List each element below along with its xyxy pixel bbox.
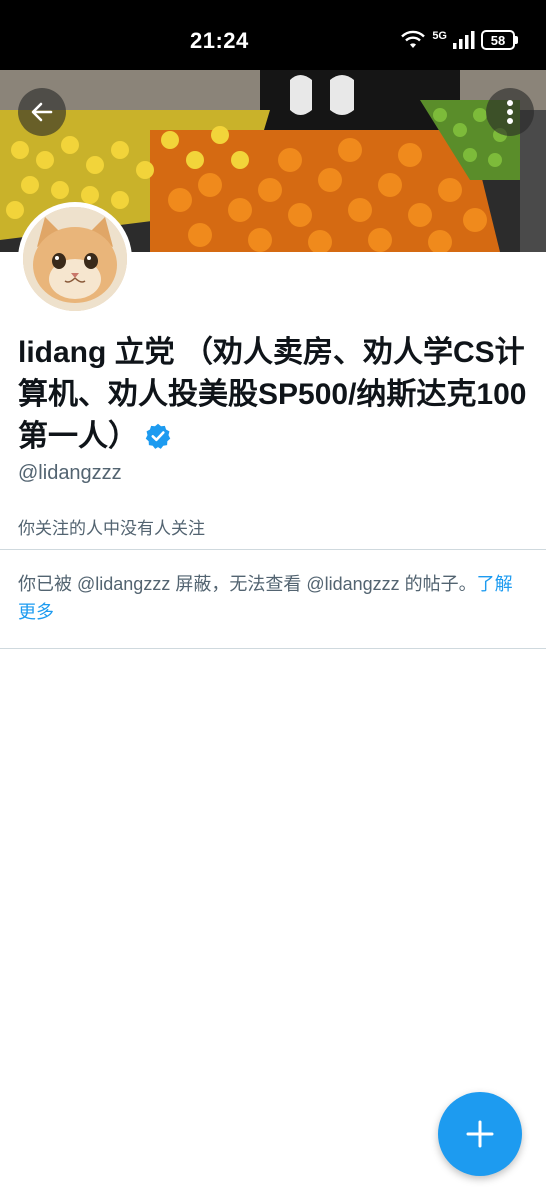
back-button[interactable]: [18, 88, 66, 136]
more-vertical-icon: [507, 100, 513, 124]
compose-fab-button[interactable]: [438, 1092, 522, 1176]
network-type-label: 5G: [432, 30, 447, 42]
divider-bottom: [0, 648, 546, 649]
profile-avatar[interactable]: [18, 202, 132, 316]
more-options-button[interactable]: [486, 88, 534, 136]
signal-icon: [453, 31, 475, 49]
status-time: 21:24: [190, 28, 249, 53]
display-name-text: lidang 立党 （劝人卖房、劝人学CS计算机、劝人投美股SP500/纳斯达克…: [18, 336, 527, 453]
avatar-image: [23, 207, 127, 311]
battery-level: 58: [490, 32, 506, 48]
plus-icon: [466, 1120, 494, 1148]
status-bar: 21:24 5G 58: [0, 0, 546, 80]
status-icons: 5G 58: [400, 28, 518, 52]
profile-handle: @lidangzzz: [18, 462, 122, 484]
profile-display-name: lidang 立党 （劝人卖房、劝人学CS计算机、劝人投美股SP500/纳斯达克…: [18, 332, 528, 458]
arrow-left-icon: [31, 102, 53, 122]
divider-top: [0, 549, 546, 550]
verified-badge-icon: [145, 423, 171, 449]
blocked-notice: 你已被 @lidangzzz 屏蔽，无法查看 @lidangzzz 的帖子。了解…: [18, 570, 518, 626]
battery-icon: 58: [481, 30, 518, 50]
followers-you-know[interactable]: 你关注的人中没有人关注: [18, 514, 205, 539]
wifi-icon: [401, 30, 426, 48]
blocked-message-text: 你已被 @lidangzzz 屏蔽，无法查看 @lidangzzz 的帖子。: [18, 574, 477, 594]
